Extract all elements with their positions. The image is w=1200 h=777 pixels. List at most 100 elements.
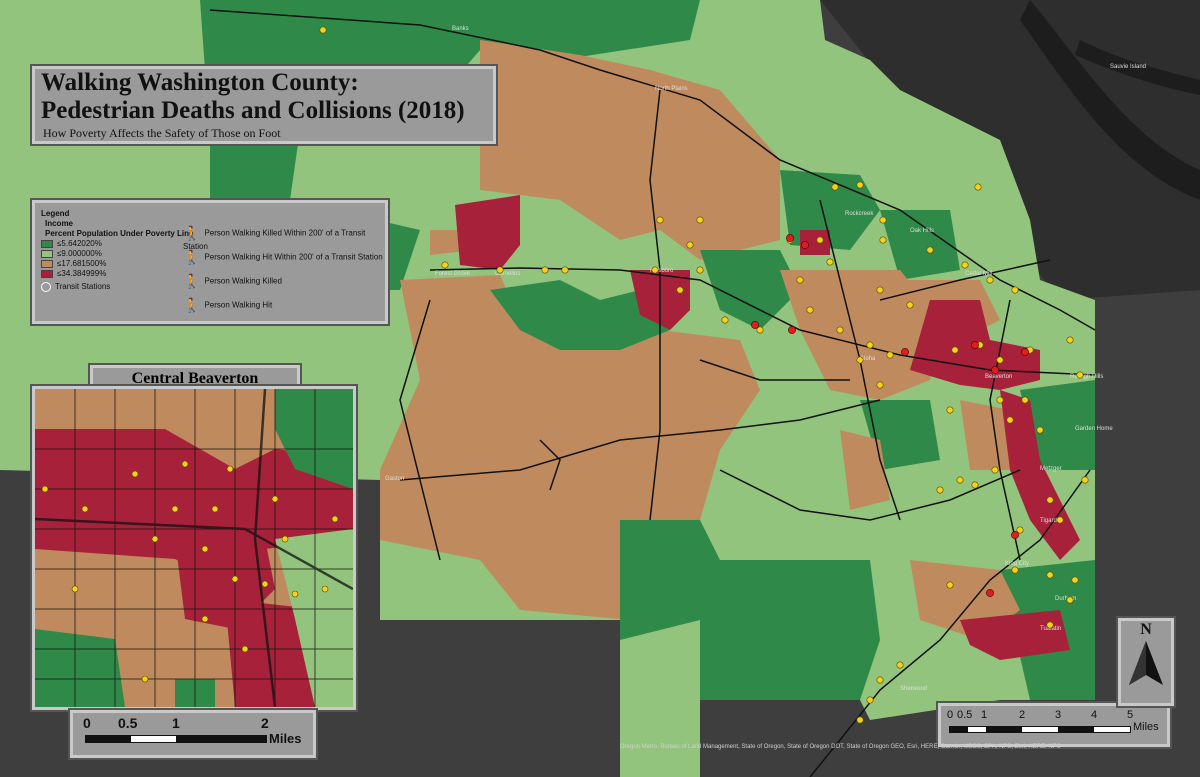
legend-panel: Legend Income Percent Population Under P… xyxy=(32,200,388,324)
walker-hit-marker xyxy=(561,266,569,274)
walker-hit-marker xyxy=(1056,516,1064,524)
inset-walker-hit-marker xyxy=(226,465,234,473)
walker-hit-marker xyxy=(831,183,839,191)
place-gaston: Gaston xyxy=(385,476,404,482)
inset-scale-graphic xyxy=(85,735,267,743)
inset-scale-0: 0 xyxy=(83,715,91,731)
place-sherwood: Sherwood xyxy=(900,686,927,692)
walker-killed-marker xyxy=(991,366,999,374)
walker-hit-marker xyxy=(956,476,964,484)
walker-hit-marker xyxy=(886,351,894,359)
legend-symbol-4: 🚶 Person Walking Hit xyxy=(183,297,273,313)
scale-5: 5 xyxy=(1127,709,1134,721)
walker-killed-marker xyxy=(801,241,809,249)
walker-hit-marker xyxy=(696,216,704,224)
place-garden-home: Garden Home xyxy=(1075,426,1113,432)
walker-hit-marker xyxy=(946,406,954,414)
walker-killed-marker xyxy=(788,326,796,334)
place-king-city: King City xyxy=(1005,561,1029,567)
inset-walker-hit-marker xyxy=(181,460,189,468)
walker-hit-marker xyxy=(441,261,449,269)
walker-hit-marker xyxy=(1046,496,1054,504)
walker-hit-marker xyxy=(651,266,659,274)
walker-hit-marker xyxy=(991,466,999,474)
swatch-1 xyxy=(41,239,53,248)
inset-scale-unit: Miles xyxy=(269,731,302,746)
walker-hit-marker xyxy=(756,326,764,334)
walker-hit-marker xyxy=(319,26,327,34)
place-rockcreek: Rockcreek xyxy=(845,211,874,217)
walker-hit-marker xyxy=(816,236,824,244)
walker-hit-marker xyxy=(1046,571,1054,579)
walker-hit-marker xyxy=(876,381,884,389)
title-panel: Walking Washington County: Pedestrian De… xyxy=(32,66,496,144)
place-metzger: Metzger xyxy=(1040,466,1062,472)
scale-1: 1 xyxy=(981,709,988,721)
walker-killed-marker xyxy=(986,589,994,597)
walker-hit-marker xyxy=(1046,621,1054,629)
walker-hit-marker xyxy=(856,716,864,724)
inset-walker-hit-marker xyxy=(241,645,249,653)
main-scale-graphic xyxy=(949,726,1131,733)
scale-3: 3 xyxy=(1055,709,1062,721)
walker-killed-marker xyxy=(1021,348,1029,356)
walker-killed-marker xyxy=(1011,531,1019,539)
walker-hit-marker xyxy=(806,306,814,314)
map-credits: Oregon Metro, Bureau of Land Management,… xyxy=(620,744,1061,750)
inset-walker-hit-marker xyxy=(271,495,279,503)
walker-hit-marker xyxy=(896,661,904,669)
walker-hit-marker xyxy=(1021,396,1029,404)
walker-hit-marker xyxy=(951,346,959,354)
walker-hit-marker xyxy=(866,341,874,349)
walker-hit-marker xyxy=(676,286,684,294)
walker-hit-marker xyxy=(876,676,884,684)
walker-killed-marker xyxy=(751,321,759,329)
inset-walker-hit-marker xyxy=(201,545,209,553)
inset-walker-hit-marker xyxy=(81,505,89,513)
swatch-4 xyxy=(41,269,53,278)
walker-hit-transit-icon: 🚶 xyxy=(183,249,201,265)
walker-hit-marker xyxy=(826,258,834,266)
walker-hit-marker xyxy=(879,216,887,224)
map-subtitle: How Poverty Affects the Safety of Those … xyxy=(43,126,281,140)
walker-hit-marker xyxy=(541,266,549,274)
walker-hit-marker xyxy=(971,481,979,489)
map-title-line2: Pedestrian Deaths and Collisions (2018) xyxy=(41,97,465,124)
main-scale-bar: 0 0.5 1 2 3 4 5 Miles xyxy=(938,703,1170,747)
place-cedar-mill: Cedar Mill xyxy=(965,271,992,277)
scale-0-5: 0.5 xyxy=(957,709,973,721)
swatch-3 xyxy=(41,259,53,268)
legend-class-1: ≤5.642020% xyxy=(41,239,193,249)
legend-symbol-3: 🚶 Person Walking Killed xyxy=(183,273,282,289)
north-label: N xyxy=(1140,621,1152,638)
inset-scale-0-5: 0.5 xyxy=(118,715,138,731)
inset-walker-hit-marker xyxy=(291,590,299,598)
walker-killed-marker xyxy=(786,234,794,242)
transit-station-icon xyxy=(41,282,51,292)
walker-hit-marker xyxy=(1011,286,1019,294)
walker-killed-icon: 🚶 xyxy=(183,273,201,289)
inset-walker-hit-marker xyxy=(131,470,139,478)
walker-hit-marker xyxy=(974,183,982,191)
inset-svg xyxy=(35,389,353,707)
inset-map xyxy=(32,386,356,710)
walker-hit-marker xyxy=(1036,426,1044,434)
walker-hit-marker xyxy=(936,486,944,494)
walker-killed-transit-icon: 🚶 xyxy=(183,225,201,241)
walker-hit-marker xyxy=(796,276,804,284)
walker-hit-marker xyxy=(961,261,969,269)
swatch-2 xyxy=(41,249,53,258)
walker-hit-marker xyxy=(986,276,994,284)
place-banks: Banks xyxy=(452,26,469,32)
inset-walker-hit-marker xyxy=(331,515,339,523)
scale-4: 4 xyxy=(1091,709,1098,721)
walker-hit-marker xyxy=(721,316,729,324)
walker-hit-marker xyxy=(926,246,934,254)
map-title-line1: Walking Washington County: xyxy=(41,69,359,96)
place-oak-hills: Oak Hills xyxy=(910,228,934,234)
place-forest-grove: Forest Grove xyxy=(435,271,471,277)
north-arrow-icon xyxy=(1129,641,1163,685)
inset-walker-hit-marker xyxy=(211,505,219,513)
main-scale-unit: Miles xyxy=(1133,721,1159,733)
scale-0: 0 xyxy=(947,709,954,721)
